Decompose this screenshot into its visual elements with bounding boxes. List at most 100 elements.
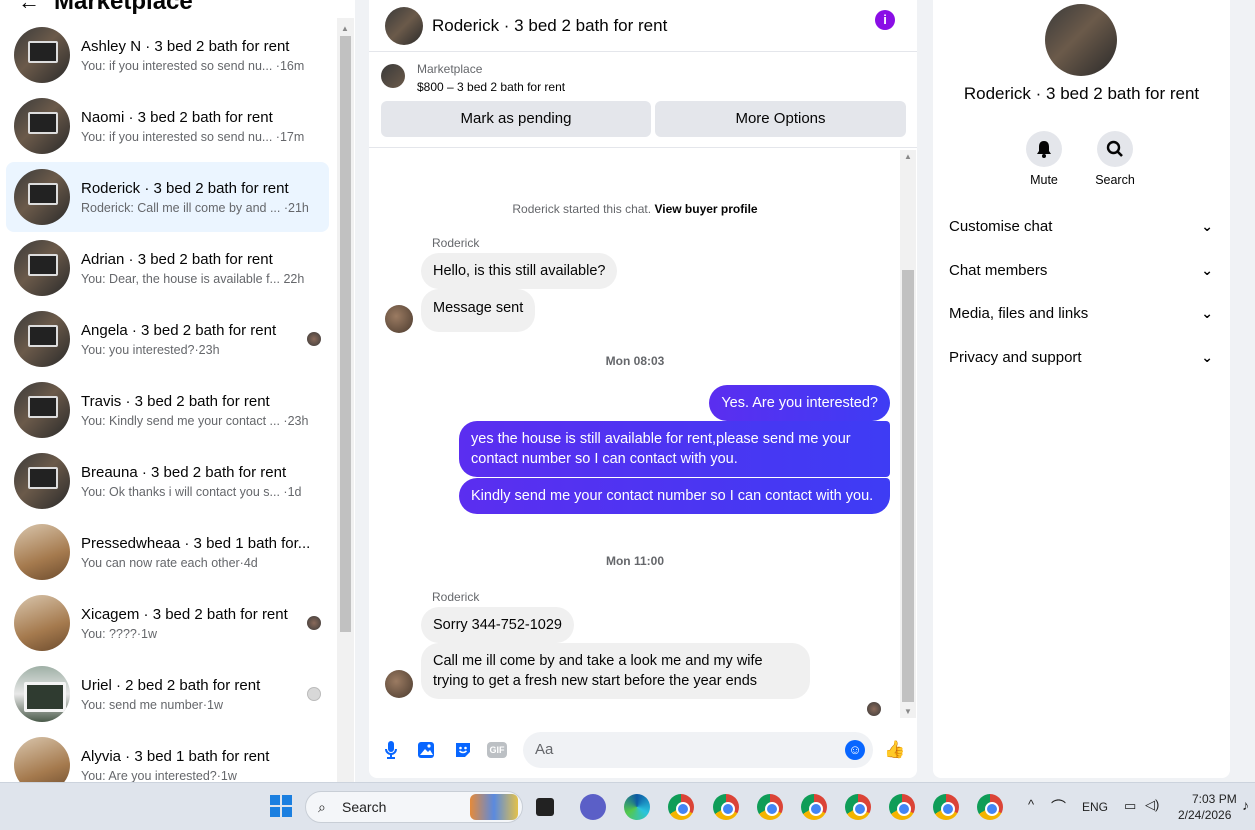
photo-icon[interactable] (416, 740, 436, 760)
chrome-icon[interactable] (713, 794, 739, 820)
conversation-name: Xicagem · 3 bed 2 bath for rent (81, 605, 288, 623)
started-text: Roderick started this chat. (512, 202, 652, 216)
display-icon[interactable]: ▭ (1124, 798, 1136, 814)
gif-icon[interactable]: GIF (487, 742, 507, 758)
wifi-icon[interactable]: ⌒ (1051, 796, 1066, 817)
view-buyer-profile-link[interactable]: View buyer profile (654, 202, 757, 216)
read-receipt-avatar (307, 616, 321, 630)
section-label: Privacy and support (949, 349, 1082, 366)
conversation-item[interactable]: Naomi · 3 bed 2 bath for rent You: if you… (6, 91, 329, 161)
sidebar-title: Marketplace (54, 0, 193, 15)
chat-members-section[interactable]: Chat members ⌄ (949, 262, 1213, 279)
profile-avatar[interactable] (1045, 4, 1117, 76)
conversation-preview: You: Are you interested?·1w (81, 768, 237, 783)
listing-title[interactable]: $800 – 3 bed 2 bath for rent (417, 80, 565, 94)
scroll-down-arrow-icon[interactable]: ▼ (904, 707, 912, 716)
conversation-item[interactable]: Alyvia · 3 bed 1 bath for rent You: Are y… (6, 730, 329, 782)
conversation-item[interactable]: Angela · 3 bed 2 bath for rent You: you i… (6, 304, 329, 374)
sender-avatar[interactable] (385, 305, 413, 333)
taskbar-search[interactable]: ⌕ Search (305, 791, 523, 823)
more-options-button[interactable]: More Options (655, 101, 906, 137)
chrome-icon[interactable] (845, 794, 871, 820)
scrollbar-thumb[interactable] (340, 36, 351, 632)
chat-avatar[interactable] (385, 6, 423, 45)
volume-icon[interactable]: ◁) (1145, 797, 1159, 813)
sidebar-scrollbar[interactable]: ▲ (337, 18, 354, 782)
conversation-preview: You: you interested?·23h (81, 342, 220, 357)
chat-header: Roderick · 3 bed 2 bath for rent i (369, 0, 917, 52)
conversation-preview: You: ????·1w (81, 626, 157, 641)
avatar (14, 27, 70, 83)
windows-start-icon[interactable] (270, 795, 292, 817)
conversation-item[interactable]: Xicagem · 3 bed 2 bath for rent You: ????… (6, 588, 329, 658)
conversation-item[interactable]: Breauna · 3 bed 2 bath for rent You: Ok t… (6, 446, 329, 516)
chevron-down-icon: ⌄ (1201, 305, 1213, 321)
chrome-icon[interactable] (889, 794, 915, 820)
chat-panel: Roderick · 3 bed 2 bath for rent i Marke… (369, 0, 917, 778)
clock-time[interactable]: 7:03 PM (1192, 792, 1237, 806)
avatar (14, 595, 70, 651)
info-icon[interactable]: i (875, 10, 895, 30)
chevron-down-icon: ⌄ (1201, 218, 1213, 234)
chrome-icon[interactable] (757, 794, 783, 820)
sender-name: Roderick (432, 590, 480, 604)
microphone-icon[interactable] (381, 740, 401, 760)
search-button[interactable]: Search (1085, 131, 1145, 187)
teams-icon[interactable] (580, 794, 606, 820)
avatar (14, 737, 70, 782)
back-arrow-icon[interactable]: ← (18, 0, 40, 15)
incoming-message: Sorry 344-752-1029 (421, 607, 574, 643)
scrollbar-thumb[interactable] (902, 270, 914, 702)
conversation-item-active[interactable]: Roderick · 3 bed 2 bath for rent Roderick… (6, 162, 329, 232)
chat-scrollbar[interactable]: ▲ ▼ (900, 150, 916, 718)
conversation-name: Pressedwheaa · 3 bed 1 bath for... (81, 534, 311, 552)
listing-banner: Marketplace $800 – 3 bed 2 bath for rent… (369, 52, 917, 148)
conversation-item[interactable]: Adrian · 3 bed 2 bath for rent You: Dear,… (6, 233, 329, 303)
clock-date[interactable]: 2/24/2026 (1178, 808, 1231, 822)
conversation-preview: You: Dear, the house is available f... 2… (81, 271, 305, 286)
chrome-icon[interactable] (977, 794, 1003, 820)
conversation-name: Uriel · 2 bed 2 bath for rent (81, 676, 261, 694)
chrome-icon[interactable] (933, 794, 959, 820)
incoming-message: Hello, is this still available? (421, 253, 618, 289)
conversation-item[interactable]: Pressedwheaa · 3 bed 1 bath for... You ca… (6, 517, 329, 587)
media-files-links-section[interactable]: Media, files and links ⌄ (949, 305, 1213, 322)
avatar (14, 98, 70, 154)
avatar (14, 453, 70, 509)
task-view-icon[interactable] (536, 798, 554, 816)
like-icon[interactable]: 👍 (884, 740, 905, 760)
avatar (14, 240, 70, 296)
conversation-item[interactable]: Uriel · 2 bed 2 bath for rent You: send m… (6, 659, 329, 729)
mark-pending-button[interactable]: Mark as pending (381, 101, 651, 137)
conversation-name: Roderick · 3 bed 2 bath for rent (81, 179, 289, 197)
conversation-preview: You: if you interested so send nu... ·16… (81, 58, 305, 73)
privacy-support-section[interactable]: Privacy and support ⌄ (949, 349, 1213, 366)
chevron-down-icon: ⌄ (1201, 349, 1213, 365)
sticker-icon[interactable] (453, 740, 473, 760)
chrome-icon[interactable] (801, 794, 827, 820)
listing-thumbnail[interactable] (381, 64, 405, 88)
sidebar-header: ← Marketplace (18, 0, 193, 16)
incoming-message: Message sent (421, 289, 536, 332)
sender-avatar[interactable] (385, 670, 413, 698)
scroll-up-arrow-icon[interactable]: ▲ (904, 152, 912, 161)
conversation-item[interactable]: Travis · 3 bed 2 bath for rent You: Kindl… (6, 375, 329, 445)
customise-chat-section[interactable]: Customise chat ⌄ (949, 218, 1213, 235)
emoji-icon[interactable]: ☺ (845, 740, 865, 760)
conversation-item[interactable]: Ashley N · 3 bed 2 bath for rent You: if … (6, 20, 329, 90)
message-input[interactable]: Aa ☺ (523, 732, 873, 768)
composer: GIF Aa ☺ 👍 (369, 722, 917, 778)
mute-button[interactable]: Mute (1014, 131, 1074, 187)
outgoing-message: yes the house is still available for ren… (459, 421, 890, 477)
scroll-up-arrow-icon[interactable]: ▲ (341, 24, 349, 33)
chrome-icon[interactable] (668, 794, 694, 820)
language-indicator[interactable]: ENG (1082, 800, 1108, 814)
avatar (14, 382, 70, 438)
edge-icon[interactable] (624, 794, 650, 820)
avatar (14, 311, 70, 367)
section-label: Media, files and links (949, 305, 1089, 322)
chevron-up-icon[interactable]: ^ (1028, 797, 1034, 812)
notification-bell-icon[interactable]: ♪ (1242, 797, 1249, 813)
chat-title[interactable]: Roderick · 3 bed 2 bath for rent (432, 16, 667, 36)
conversation-preview: You: Kindly send me your contact ... ·23… (81, 413, 309, 428)
